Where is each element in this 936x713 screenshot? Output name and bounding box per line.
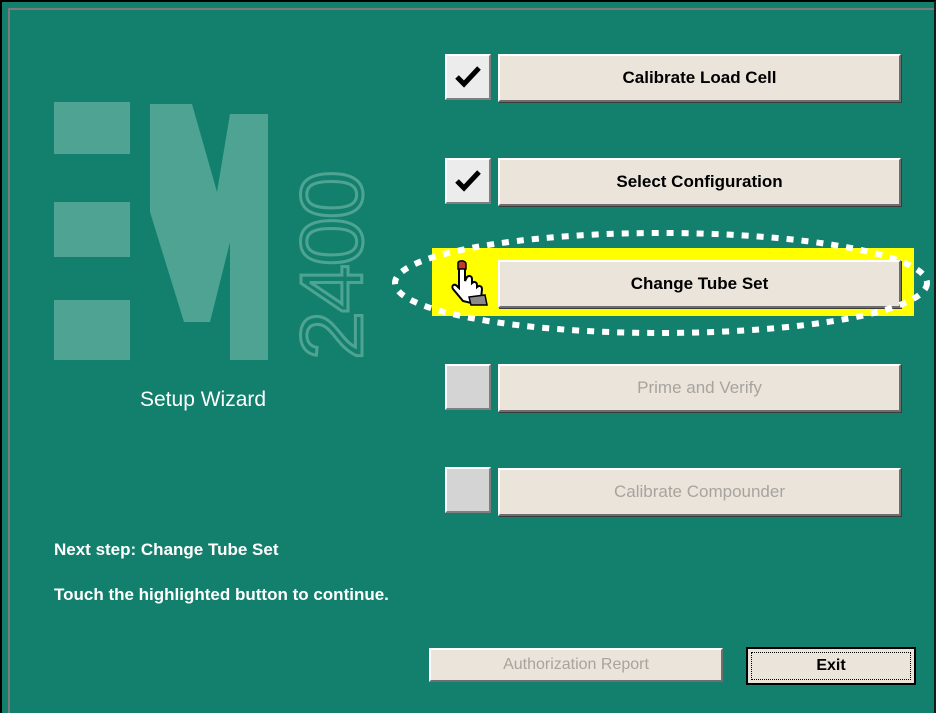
em-logo-shape bbox=[54, 102, 268, 360]
check-icon bbox=[455, 66, 481, 88]
em-2400-logo: 2400 bbox=[54, 102, 382, 362]
calibrate-compounder-button: Calibrate Compounder bbox=[498, 468, 901, 516]
prime-and-verify-button: Prime and Verify bbox=[498, 364, 901, 412]
highlight-dotted-outline bbox=[392, 230, 930, 336]
next-step-text: Next step: Change Tube Set bbox=[54, 540, 279, 559]
check-icon bbox=[455, 170, 481, 192]
step-4-status bbox=[445, 364, 491, 410]
exit-button-label: Exit bbox=[816, 657, 846, 674]
step-1-status bbox=[445, 54, 491, 100]
authorization-report-button: Authorization Report bbox=[429, 648, 723, 682]
exit-button[interactable]: Exit bbox=[746, 647, 916, 685]
step-2-status bbox=[445, 158, 491, 204]
setup-wizard-window: 2400 Setup Wizard Calibrate Load Cell Se… bbox=[0, 0, 936, 713]
instruction-text: Touch the highlighted button to continue… bbox=[54, 585, 389, 604]
calibrate-load-cell-button[interactable]: Calibrate Load Cell bbox=[498, 54, 901, 102]
wizard-title: Setup Wizard bbox=[140, 388, 267, 411]
step-5-status bbox=[445, 467, 491, 513]
logo-model-number: 2400 bbox=[282, 172, 381, 360]
select-configuration-button[interactable]: Select Configuration bbox=[498, 158, 901, 206]
